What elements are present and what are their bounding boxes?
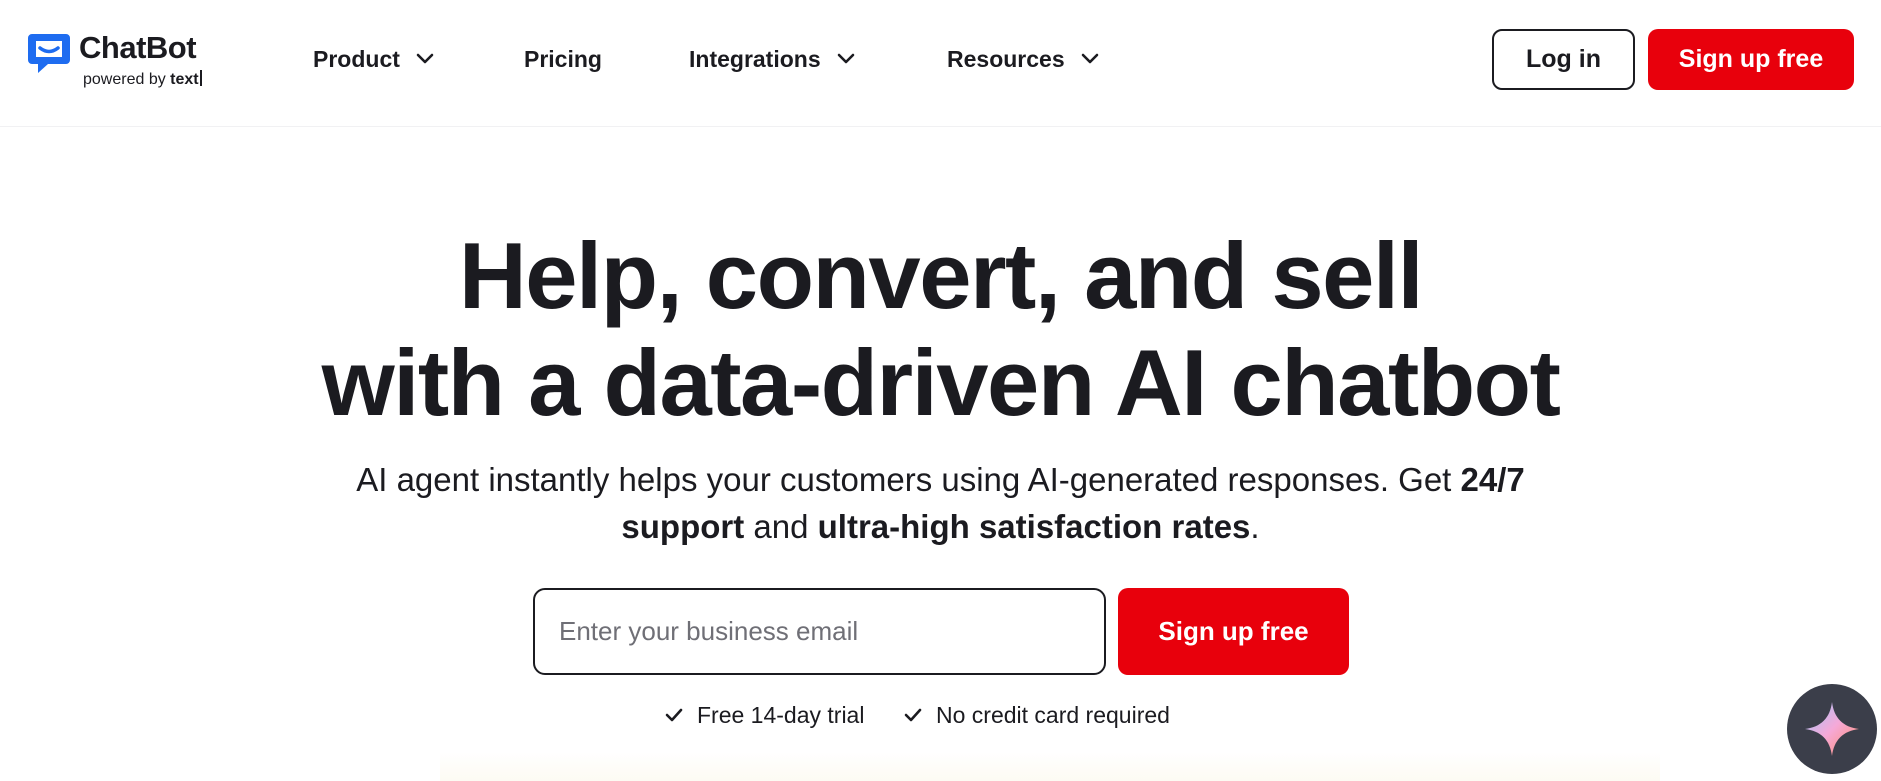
logo-wordmark: ChatBot xyxy=(79,30,197,65)
check-icon xyxy=(665,708,683,722)
site-header: ChatBot powered by text Product Pricing … xyxy=(0,0,1881,127)
chevron-down-icon xyxy=(1081,53,1098,64)
chevron-down-icon xyxy=(837,53,854,64)
hero-subtitle-period: . xyxy=(1250,508,1260,545)
hero-subtitle-connector: and xyxy=(744,508,818,545)
chevron-down-icon xyxy=(416,53,434,64)
perk-free-trial: Free 14-day trial xyxy=(665,700,864,730)
logo-tagline: powered by text xyxy=(83,70,202,89)
perk-no-credit-card: No credit card required xyxy=(904,700,1170,730)
logo-tagline-brand: text xyxy=(170,71,199,88)
nav-product[interactable]: Product xyxy=(313,42,434,76)
nav-integrations-label: Integrations xyxy=(689,45,821,72)
hero-subtitle-text: AI agent instantly helps your customers … xyxy=(356,461,1461,498)
perk-no-credit-card-label: No credit card required xyxy=(936,701,1170,728)
nav-product-label: Product xyxy=(313,45,400,72)
header-signup-button[interactable]: Sign up free xyxy=(1648,29,1854,90)
logo-tagline-prefix: powered by xyxy=(83,71,166,88)
hero-title-line-2: with a data-driven AI chatbot xyxy=(321,330,1561,435)
hero-title: Help, convert, and sell with a data-driv… xyxy=(0,222,1881,436)
hero-title-line-1: Help, convert, and sell xyxy=(458,223,1424,328)
ai-assistant-button[interactable] xyxy=(1787,684,1877,774)
chatbot-logo[interactable]: ChatBot powered by text xyxy=(26,30,216,92)
hero-preview-fade xyxy=(440,752,1660,781)
sparkle-icon xyxy=(1805,702,1859,756)
nav-pricing-label: Pricing xyxy=(524,45,602,72)
business-email-input[interactable] xyxy=(533,588,1106,675)
hero-subtitle: AI agent instantly helps your customers … xyxy=(340,456,1541,550)
nav-resources[interactable]: Resources xyxy=(947,42,1099,76)
nav-integrations[interactable]: Integrations xyxy=(689,42,855,76)
check-icon xyxy=(904,708,922,722)
chat-bubble-icon xyxy=(28,34,70,73)
hero-subtitle-highlight-satisfaction: ultra-high satisfaction rates xyxy=(817,508,1251,545)
hero-signup-button[interactable]: Sign up free xyxy=(1118,588,1349,675)
logo-cursor-mark xyxy=(199,70,202,86)
nav-pricing[interactable]: Pricing xyxy=(524,42,602,76)
login-button[interactable]: Log in xyxy=(1492,29,1635,90)
perk-free-trial-label: Free 14-day trial xyxy=(697,701,865,728)
nav-resources-label: Resources xyxy=(947,45,1065,72)
